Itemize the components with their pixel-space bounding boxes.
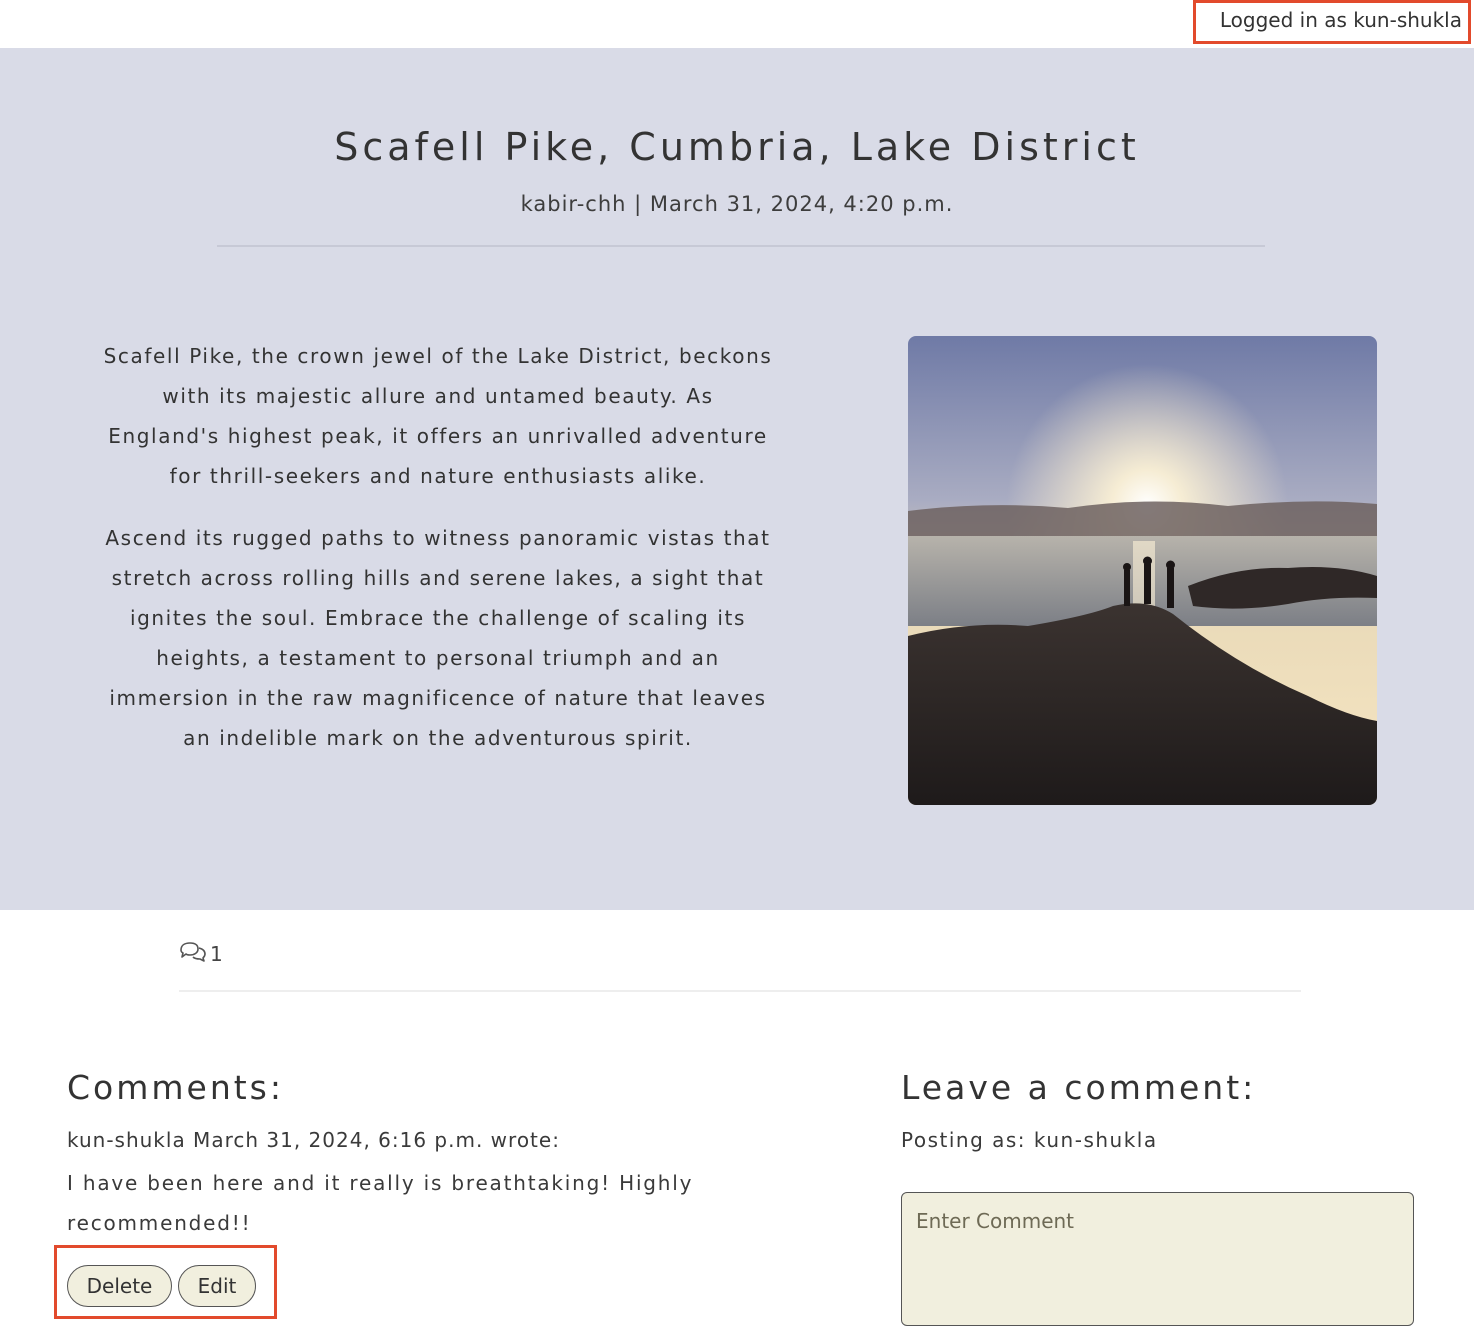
post-content: Scafell Pike, the crown jewel of the Lak… <box>103 336 773 780</box>
posting-as-label: Posting as: kun-shukla <box>901 1128 1158 1152</box>
post-hero: Scafell Pike, Cumbria, Lake District kab… <box>0 48 1474 910</box>
comment-count-value: 1 <box>210 942 223 966</box>
comment-author-line: kun-shukla March 31, 2024, 6:16 p.m. wro… <box>67 1128 560 1152</box>
comment-body: I have been here and it really is breath… <box>67 1171 694 1235</box>
comment-count: 1 <box>178 940 223 968</box>
divider <box>217 245 1265 247</box>
post-title: Scafell Pike, Cumbria, Lake District <box>334 125 1140 169</box>
comments-icon <box>178 940 208 968</box>
comment-textarea[interactable] <box>901 1192 1414 1326</box>
top-bar: Logged in as kun-shukla <box>0 0 1474 48</box>
post-meta: kabir-chh | March 31, 2024, 4:20 p.m. <box>520 192 954 216</box>
post-paragraph: Scafell Pike, the crown jewel of the Lak… <box>103 344 773 488</box>
login-status: Logged in as kun-shukla <box>1219 8 1462 32</box>
comments-heading: Comments: <box>67 1068 284 1107</box>
edit-comment-button[interactable]: Edit <box>178 1265 256 1307</box>
login-status-highlight: Logged in as kun-shukla <box>1193 0 1471 44</box>
divider <box>179 990 1301 992</box>
post-paragraph: Ascend its rugged paths to witness panor… <box>105 526 771 750</box>
post-image <box>908 336 1377 805</box>
leave-comment-heading: Leave a comment: <box>901 1068 1257 1107</box>
delete-comment-button[interactable]: Delete <box>67 1265 172 1307</box>
